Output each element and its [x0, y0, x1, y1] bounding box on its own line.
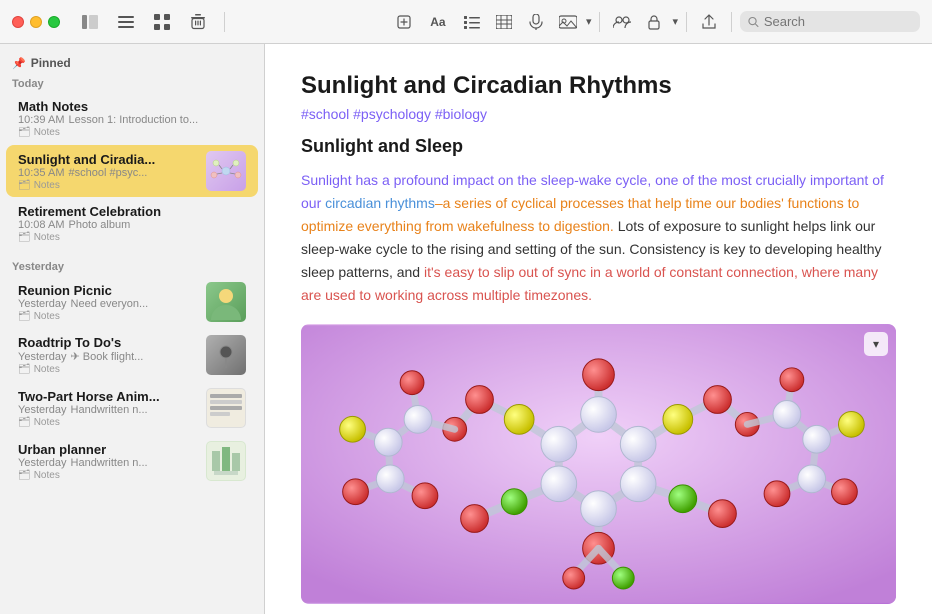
main-area: 📌 Pinned Today Math Notes 10:39 AM Lesso… [0, 44, 932, 614]
note-meta: Yesterday Handwritten n... [18, 404, 198, 416]
folder-icon: 🗂 [18, 417, 31, 428]
note-main-title: Sunlight and Circadian Rhythms [301, 72, 896, 100]
note-thumbnail-molecule [206, 151, 246, 191]
pinned-section: 📌 Pinned [0, 52, 264, 74]
note-item-math[interactable]: Math Notes 10:39 AM Lesson 1: Introducti… [6, 93, 258, 144]
note-footer: 🗂 Notes [18, 311, 198, 322]
pinned-label: Pinned [31, 56, 71, 70]
today-label: Today [0, 74, 264, 92]
note-item-retirement[interactable]: Retirement Celebration 10:08 AM Photo al… [6, 198, 258, 249]
collaborate-button[interactable] [608, 8, 636, 36]
search-bar[interactable] [740, 11, 920, 32]
folder-icon: 🗂 [18, 180, 31, 191]
note-meta: 10:35 AM #school #psyc... [18, 167, 198, 179]
note-footer: 🗂 Notes [18, 180, 198, 191]
note-title: Roadtrip To Do's [18, 335, 198, 350]
note-footer: 🗂 Notes [18, 470, 198, 481]
note-item-urban[interactable]: Urban planner Yesterday Handwritten n...… [6, 435, 258, 487]
checklist-button[interactable] [458, 8, 486, 36]
search-input[interactable] [764, 14, 912, 29]
note-title: Urban planner [18, 442, 198, 457]
note-footer: 🗂 Notes [18, 127, 246, 138]
note-info: Urban planner Yesterday Handwritten n...… [18, 442, 198, 481]
note-item-sunlight[interactable]: Sunlight and Ciradia... 10:35 AM #school… [6, 145, 258, 197]
note-item-reunion[interactable]: Reunion Picnic Yesterday Need everyon...… [6, 276, 258, 328]
note-title: Sunlight and Ciradia... [18, 152, 198, 167]
molecule-thumb-icon [206, 151, 246, 191]
titlebar: Aa ▾ ▾ [0, 0, 932, 44]
note-tags: #school #psychology #biology [301, 106, 896, 122]
attachment-button[interactable] [554, 8, 582, 36]
note-title: Two-Part Horse Anim... [18, 389, 198, 404]
folder-icon: 🗂 [18, 470, 31, 481]
note-thumbnail-reunion [206, 282, 246, 322]
minimize-button[interactable] [30, 16, 42, 28]
note-title: Retirement Celebration [18, 204, 246, 219]
note-title: Reunion Picnic [18, 283, 198, 298]
folder-icon: 🗂 [18, 364, 31, 375]
note-info: Sunlight and Ciradia... 10:35 AM #school… [18, 152, 198, 191]
folder-icon: 🗂 [18, 127, 31, 138]
note-thumbnail-urban [206, 441, 246, 481]
note-info: Math Notes 10:39 AM Lesson 1: Introducti… [18, 99, 246, 138]
note-info: Reunion Picnic Yesterday Need everyon...… [18, 283, 198, 322]
note-meta: Yesterday Need everyon... [18, 298, 198, 310]
note-title: Math Notes [18, 99, 246, 114]
note-meta: Yesterday ✈ Book flight... [18, 350, 198, 363]
yesterday-label: Yesterday [0, 257, 264, 275]
note-footer: 🗂 Notes [18, 417, 198, 428]
note-content: Sunlight and Circadian Rhythms #school #… [265, 44, 932, 614]
note-body: Sunlight has a profound impact on the sl… [301, 169, 896, 308]
sidebar: 📌 Pinned Today Math Notes 10:39 AM Lesso… [0, 44, 265, 614]
note-thumbnail-horse [206, 388, 246, 428]
note-item-horse[interactable]: Two-Part Horse Anim... Yesterday Handwri… [6, 382, 258, 434]
pin-icon: 📌 [12, 57, 26, 70]
image-expand-button[interactable]: ▾ [864, 332, 888, 356]
maximize-button[interactable] [48, 16, 60, 28]
molecule-visualization [301, 324, 896, 604]
table-button[interactable] [490, 8, 518, 36]
note-thumbnail-road [206, 335, 246, 375]
note-info: Two-Part Horse Anim... Yesterday Handwri… [18, 389, 198, 428]
note-info: Retirement Celebration 10:08 AM Photo al… [18, 204, 246, 243]
grid-view-button[interactable] [148, 8, 176, 36]
note-item-roadtrip[interactable]: Roadtrip To Do's Yesterday ✈ Book flight… [6, 329, 258, 381]
format-text-button[interactable]: Aa [422, 8, 454, 36]
share-button[interactable] [695, 8, 723, 36]
delete-button[interactable] [184, 8, 212, 36]
note-footer: 🗂 Notes [18, 364, 198, 375]
audio-button[interactable] [522, 8, 550, 36]
traffic-lights [12, 16, 60, 28]
folder-icon: 🗂 [18, 311, 31, 322]
note-footer: 🗂 Notes [18, 232, 246, 243]
lock-button[interactable] [640, 8, 668, 36]
new-note-button[interactable] [390, 8, 418, 36]
note-info: Roadtrip To Do's Yesterday ✈ Book flight… [18, 335, 198, 375]
note-image-molecule: ▾ [301, 324, 896, 604]
note-meta: 10:08 AM Photo album [18, 219, 246, 231]
search-icon [748, 16, 759, 28]
note-subtitle: Sunlight and Sleep [301, 136, 896, 157]
today-section: Today Math Notes 10:39 AM Lesson 1: Intr… [0, 74, 264, 249]
list-view-button[interactable] [112, 8, 140, 36]
note-meta: Yesterday Handwritten n... [18, 457, 198, 469]
close-button[interactable] [12, 16, 24, 28]
right-toolbar: Aa ▾ ▾ [390, 8, 920, 36]
yesterday-section: Yesterday Reunion Picnic Yesterday Need … [0, 257, 264, 487]
note-meta: 10:39 AM Lesson 1: Introduction to... [18, 114, 246, 126]
folder-icon: 🗂 [18, 232, 31, 243]
sidebar-toggle-button[interactable] [76, 8, 104, 36]
body-text-blue: circadian rhythms [325, 195, 435, 211]
